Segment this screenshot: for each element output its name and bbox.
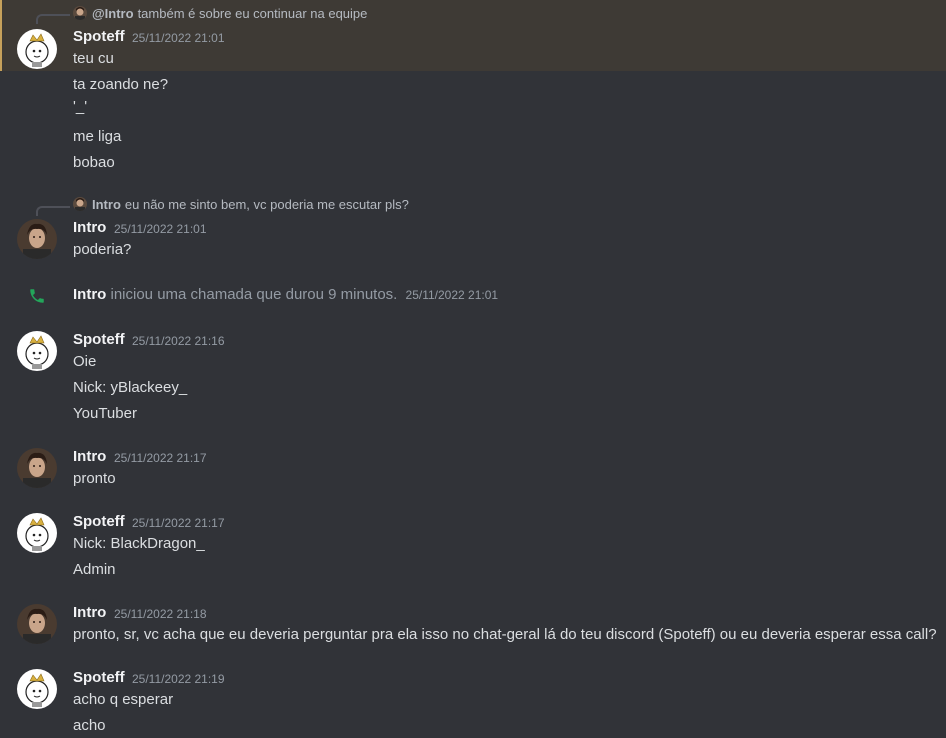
message-timestamp: 25/11/2022 21:18 (114, 607, 207, 621)
reply-text: também é sobre eu continuar na equipe (137, 5, 368, 21)
message-line: teu cu (73, 50, 114, 67)
spoteff-avatar[interactable] (17, 331, 57, 371)
message-author[interactable]: Intro (73, 219, 106, 236)
reply-spine (36, 14, 70, 24)
system-text: iniciou uma chamada que durou 9 minutos. (110, 286, 398, 303)
message-line: pronto (73, 470, 116, 487)
message-timestamp: 25/11/2022 21:16 (132, 334, 225, 348)
message-line: YouTuber (73, 405, 137, 422)
message-author[interactable]: Spoteff (73, 331, 125, 348)
message-line: ta zoando ne? (73, 76, 169, 93)
message-line: pronto, sr, vc acha que eu deveria pergu… (73, 626, 937, 643)
message-timestamp: 25/11/2022 21:17 (132, 516, 225, 530)
message-line: Nick: yBlackeey_ (73, 379, 188, 396)
message-author[interactable]: Spoteff (73, 513, 125, 530)
message-line: poderia? (73, 241, 132, 258)
system-timestamp: 25/11/2022 21:01 (405, 288, 499, 302)
chat-messages[interactable]: @Intro também é sobre eu continuar na eq… (0, 0, 946, 738)
message-line: acho (73, 717, 106, 734)
reply-text: eu não me sinto bem, vc poderia me escut… (124, 196, 409, 212)
message-timestamp: 25/11/2022 21:17 (114, 451, 207, 465)
message-author[interactable]: Intro (73, 604, 106, 621)
message-line: '_' (73, 98, 88, 115)
message-timestamp: 25/11/2022 21:01 (114, 222, 207, 236)
message-line: Admin (73, 561, 116, 578)
phone-icon (28, 287, 46, 305)
intro-avatar-mini (73, 197, 87, 211)
message-author[interactable]: Intro (73, 448, 106, 465)
message-line: Oie (73, 353, 97, 370)
message-line: me liga (73, 128, 122, 145)
reply-author[interactable]: Intro (92, 197, 121, 212)
reply-author[interactable]: @Intro (92, 6, 134, 21)
message-author[interactable]: Spoteff (73, 669, 125, 686)
reply-preview[interactable]: @Intro também é sobre eu continuar na eq… (73, 5, 367, 21)
message-line: Nick: BlackDragon_ (73, 535, 205, 552)
reply-spine (36, 206, 70, 216)
spoteff-avatar[interactable] (17, 513, 57, 553)
spoteff-avatar[interactable] (17, 669, 57, 709)
intro-avatar[interactable] (17, 448, 57, 488)
message-timestamp: 25/11/2022 21:01 (132, 31, 225, 45)
message-line: acho q esperar (73, 691, 174, 708)
system-author[interactable]: Intro (73, 286, 106, 303)
spoteff-avatar[interactable] (17, 29, 57, 69)
message-line: bobao (73, 154, 115, 171)
message-timestamp: 25/11/2022 21:19 (132, 672, 225, 686)
message-author[interactable]: Spoteff (73, 28, 125, 45)
intro-avatar-mini (73, 6, 87, 20)
call-system-message: Intro iniciou uma chamada que durou 9 mi… (73, 286, 498, 303)
reply-preview[interactable]: Intro eu não me sinto bem, vc poderia me… (73, 196, 409, 212)
intro-avatar[interactable] (17, 604, 57, 644)
intro-avatar[interactable] (17, 219, 57, 259)
